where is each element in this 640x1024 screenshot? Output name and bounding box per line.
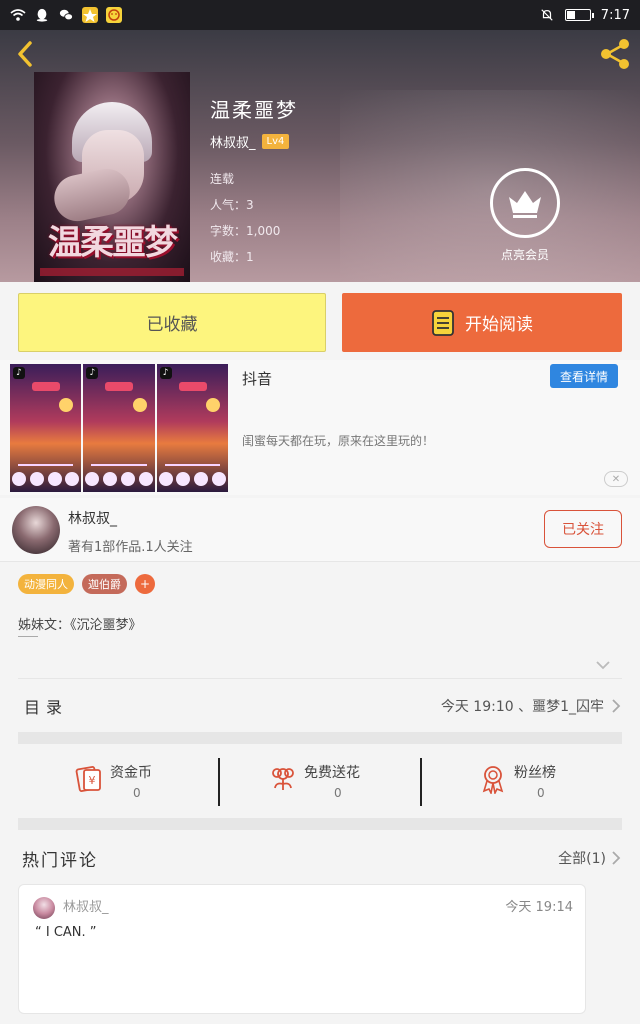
stat-label: 资金币 (110, 765, 152, 781)
gold-coin-stat[interactable]: ¥ 资金币 0 (18, 752, 218, 812)
toc-label: 目录 (24, 697, 69, 717)
money-envelope-icon: ¥ (75, 766, 101, 792)
tiktok-icon: ♪ (86, 367, 99, 379)
share-icon (601, 39, 629, 69)
status-bar: 7:17 (0, 0, 640, 30)
ad-detail-button[interactable]: 查看详情 (550, 364, 618, 388)
all-comments-link[interactable]: 全部(1) (558, 848, 622, 868)
all-comments-label: 全部(1) (558, 851, 606, 867)
flower-icon (272, 768, 294, 790)
back-arrow-icon (18, 41, 32, 67)
chevron-right-icon (612, 851, 621, 865)
tag-list: 动漫同人 迦伯爵 + (18, 574, 155, 594)
crown-icon (509, 191, 541, 218)
qq-icon (36, 8, 48, 22)
follow-button[interactable]: 已关注 (544, 510, 622, 548)
back-button[interactable] (10, 38, 40, 70)
book-icon (432, 309, 454, 336)
status-time: 7:17 (600, 7, 630, 23)
ad-images[interactable]: ♪ ♪ ♪ (10, 364, 228, 492)
start-reading-button[interactable]: 开始阅读 (342, 293, 622, 352)
comment-item[interactable]: 林叔叔_ 今天 19:14 “ I CAN. ” (18, 884, 586, 1014)
ad-screen: ♪ (156, 364, 228, 492)
author-section: 林叔叔_ 著有1部作品.1人关注 已关注 (0, 498, 640, 562)
book-title: 温柔噩梦 (210, 98, 298, 122)
intro-truncation (18, 636, 38, 646)
medal-icon (482, 766, 504, 794)
book-header: 温柔噩梦 温柔噩梦 林叔叔_ Lv4 连载 人气：3 字数：1,000 收藏：1… (0, 30, 640, 282)
book-status: 连载 (210, 172, 235, 186)
wifi-icon (10, 9, 26, 21)
author-avatar[interactable] (12, 506, 60, 554)
star-app-icon (82, 7, 98, 23)
comment-text: “ I CAN. ” (35, 925, 97, 940)
mute-bell-icon (541, 9, 553, 21)
chevron-down-icon[interactable] (594, 658, 612, 672)
tiktok-icon: ♪ (13, 367, 25, 379)
wechat-icon (59, 9, 73, 21)
divider (18, 732, 622, 744)
comment-avatar[interactable] (33, 897, 55, 919)
book-intro: 姊妹文：《沉沦噩梦》 (18, 618, 142, 633)
comment-time: 今天 19:14 (505, 900, 573, 915)
stat-value: 0 (133, 786, 141, 800)
battery-icon (564, 9, 594, 21)
svg-text:¥: ¥ (89, 774, 96, 787)
ad-close-button[interactable]: ✕ (604, 471, 628, 487)
ad-title: 抖音 (242, 370, 273, 388)
chevron-right-icon (612, 698, 621, 713)
stat-label: 免费送花 (304, 765, 360, 781)
vip-button[interactable] (490, 168, 560, 238)
book-author[interactable]: 林叔叔_ (210, 132, 256, 151)
add-tag-button[interactable]: + (135, 574, 155, 594)
ad-screen: ♪ (83, 364, 155, 492)
stat-value: 0 (537, 786, 545, 800)
book-popularity: 人气：3 (210, 198, 254, 212)
toc-latest-chapter: 今天 19:10 、噩梦1_囚牢 (440, 698, 604, 715)
vip-label: 点亮会员 (500, 248, 549, 262)
level-badge: Lv4 (261, 134, 290, 149)
tag[interactable]: 迦伯爵 (82, 574, 127, 594)
table-of-contents-row[interactable]: 目录 今天 19:10 、噩梦1_囚牢 (18, 678, 622, 732)
fan-ranking-stat[interactable]: 粉丝榜 0 (422, 752, 622, 812)
collected-button[interactable]: 已收藏 (18, 293, 326, 352)
book-cover[interactable]: 温柔噩梦 (34, 72, 190, 282)
cover-title-art: 温柔噩梦 (48, 223, 178, 263)
comments-header: 热门评论 全部(1) (18, 844, 622, 872)
divider (18, 818, 622, 830)
free-flower-stat[interactable]: 免费送花 0 (220, 752, 420, 812)
author-meta: 著有1部作品.1人关注 (68, 540, 193, 555)
tiktok-icon: ♪ (159, 367, 172, 379)
tag[interactable]: 动漫同人 (18, 574, 74, 594)
ad-detail-label: 查看详情 (559, 369, 608, 384)
book-favorites: 收藏：1 (210, 250, 254, 264)
share-button[interactable] (598, 38, 632, 70)
ad-description: 闺蜜每天都在玩，原来在这里玩的！ (242, 434, 435, 448)
comments-title: 热门评论 (22, 850, 98, 871)
comment-user[interactable]: 林叔叔_ (63, 896, 109, 915)
page: 7:17 温柔噩梦 温柔噩梦 林叔叔_ Lv4 连载 人气：3 字数：1,000… (0, 0, 640, 1024)
start-reading-label: 开始阅读 (465, 315, 533, 335)
close-icon: ✕ (611, 473, 621, 485)
stat-label: 粉丝榜 (514, 765, 556, 781)
book-word-count: 字数：1,000 (210, 224, 281, 238)
book-author-row: 林叔叔_ Lv4 (210, 132, 290, 151)
ad-screen: ♪ (10, 364, 82, 492)
collected-label: 已收藏 (146, 315, 198, 335)
stat-value: 0 (334, 786, 342, 800)
author-name[interactable]: 林叔叔_ (68, 508, 117, 528)
ad-banner[interactable]: ♪ ♪ ♪ 抖音 闺蜜每天都在玩，原来在这里玩的！ (0, 360, 640, 495)
smile-app-icon (106, 7, 122, 23)
stats-row: ¥ 资金币 0 免费送花 0 粉丝榜 0 (18, 752, 622, 812)
follow-label: 已关注 (562, 522, 604, 538)
